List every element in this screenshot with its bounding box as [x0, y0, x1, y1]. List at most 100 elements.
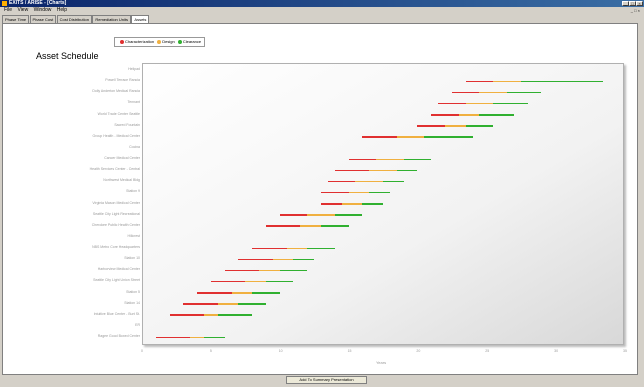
x-tick-label: 10 — [278, 349, 283, 353]
y-axis-label: NBS Metro Core Headquarters — [92, 245, 140, 250]
clearance-bar — [520, 80, 604, 83]
clearance-bar — [383, 180, 404, 183]
minimize-icon[interactable]: _ — [622, 1, 629, 6]
characterization-bar — [183, 303, 218, 305]
y-axis-label: Cherokee Public Health Center — [91, 222, 140, 227]
characterization-bar — [252, 247, 287, 250]
tab-cost-distribution[interactable]: Cost Distribution — [56, 15, 92, 23]
y-axis-label: Cocina — [129, 144, 140, 149]
clearance-bar — [217, 314, 253, 316]
clearance-bar — [334, 214, 363, 216]
y-axis-label: Seattle City Light Union Street — [93, 278, 140, 283]
legend-design: Design — [162, 39, 175, 44]
tab-phase-cost[interactable]: Phase Cost — [29, 15, 57, 23]
menu-view[interactable]: View — [17, 7, 28, 13]
characterization-bar — [238, 258, 273, 261]
legend-characterization: Characterization — [125, 39, 155, 44]
x-tick-label: 5 — [209, 349, 212, 353]
y-axis-label: Sacred Fountain — [114, 122, 140, 127]
characterization-bar — [197, 292, 232, 294]
y-axis-label: Powell Terrace Rancia — [105, 78, 140, 83]
legend-dot-clearance — [177, 39, 182, 44]
characterization-bar — [327, 180, 356, 183]
characterization-bar — [169, 314, 204, 316]
clearance-bar — [252, 292, 280, 294]
y-axis-label: Dolly Anderton Medical Rancia — [92, 89, 140, 94]
x-tick-label: 25 — [485, 349, 490, 353]
y-axis-label: Harborview Medical Center — [97, 267, 140, 272]
y-axis-label: Group Health - Medical Center — [92, 133, 140, 138]
y-axis-label: Virginia Mason Medical Center — [92, 200, 140, 205]
characterization-bar — [210, 280, 246, 283]
clearance-bar — [424, 136, 473, 138]
maximize-icon[interactable]: □ — [629, 1, 636, 6]
title-bar: EXITS / ARISE - [Charts] _ □ × — [0, 0, 644, 7]
design-bar — [259, 269, 280, 272]
menu-file[interactable]: File — [4, 7, 12, 13]
y-axis-label: Tennant — [127, 100, 140, 105]
clearance-bar — [479, 114, 514, 116]
clearance-bar — [238, 303, 266, 305]
clearance-bar — [362, 203, 383, 205]
clearance-bar — [506, 91, 542, 94]
window-title: EXITS / ARISE - [Charts] — [9, 0, 67, 6]
design-bar — [348, 191, 370, 194]
menu-help[interactable]: Help — [57, 7, 67, 13]
y-axis-label: World Trade Center Seattle — [97, 111, 140, 116]
characterization-bar — [321, 203, 342, 205]
y-axis-label: Northwest Medical Bldg — [103, 178, 140, 183]
x-tick-label: 35 — [623, 349, 627, 353]
design-bar — [341, 203, 363, 205]
legend-dot-characterization — [120, 39, 124, 44]
y-axis-label: Hillcrest — [127, 233, 140, 238]
design-bar — [231, 292, 253, 294]
characterization-bar — [279, 214, 308, 216]
y-axis-label: Helipad — [128, 67, 140, 71]
menu-bar: File View Window Help — [0, 7, 644, 14]
clearance-bar — [396, 169, 418, 172]
y-axis-label: Health Services Center - Central — [89, 167, 140, 172]
design-bar — [444, 125, 466, 127]
tab-remediation-units[interactable]: Remediation Units — [92, 15, 132, 23]
clearance-bar — [203, 336, 225, 339]
mdi-controls[interactable]: _ □ × — [631, 7, 640, 14]
y-axis-label: Station 14 — [124, 300, 140, 305]
design-bar — [369, 169, 397, 172]
clearance-bar — [279, 269, 308, 272]
y-axis-label: ER — [135, 322, 140, 327]
design-bar — [465, 102, 494, 105]
app-icon — [2, 1, 7, 6]
design-bar — [245, 280, 266, 283]
characterization-bar — [224, 269, 260, 272]
characterization-bar — [451, 91, 480, 94]
tab-phase-time[interactable]: Phase Time — [2, 15, 30, 23]
x-axis-title: Years — [376, 360, 387, 365]
clearance-bar — [369, 191, 390, 194]
tab-strip: Phase Time Phase Cost Cost Distribution … — [2, 15, 150, 24]
characterization-bar — [417, 125, 445, 127]
y-axis-label: Seattle City Light Recreational — [92, 211, 140, 216]
chart-title: Asset Schedule — [36, 51, 99, 61]
x-tick-label: 30 — [554, 349, 559, 353]
add-to-summary-button[interactable]: Add To Summary Presentation — [286, 376, 367, 384]
design-bar — [217, 303, 239, 305]
chart-legend: Characterization Design Clearance — [114, 37, 206, 47]
characterization-bar — [431, 114, 459, 116]
clearance-bar — [265, 280, 294, 283]
clearance-bar — [465, 125, 494, 127]
clearance-bar — [493, 102, 528, 105]
menu-window[interactable]: Window — [34, 7, 52, 13]
close-icon[interactable]: × — [636, 1, 643, 6]
design-bar — [286, 247, 308, 250]
characterization-bar — [334, 169, 370, 172]
characterization-bar — [321, 191, 349, 194]
design-bar — [190, 336, 204, 339]
characterization-bar — [438, 102, 466, 105]
design-bar — [307, 214, 335, 216]
y-axis-label: Station 10 — [124, 256, 140, 261]
characterization-bar — [155, 336, 191, 339]
design-bar — [203, 314, 218, 316]
y-axis-label: Station 5 — [126, 289, 140, 294]
characterization-bar — [348, 158, 377, 161]
characterization-bar — [362, 136, 397, 138]
